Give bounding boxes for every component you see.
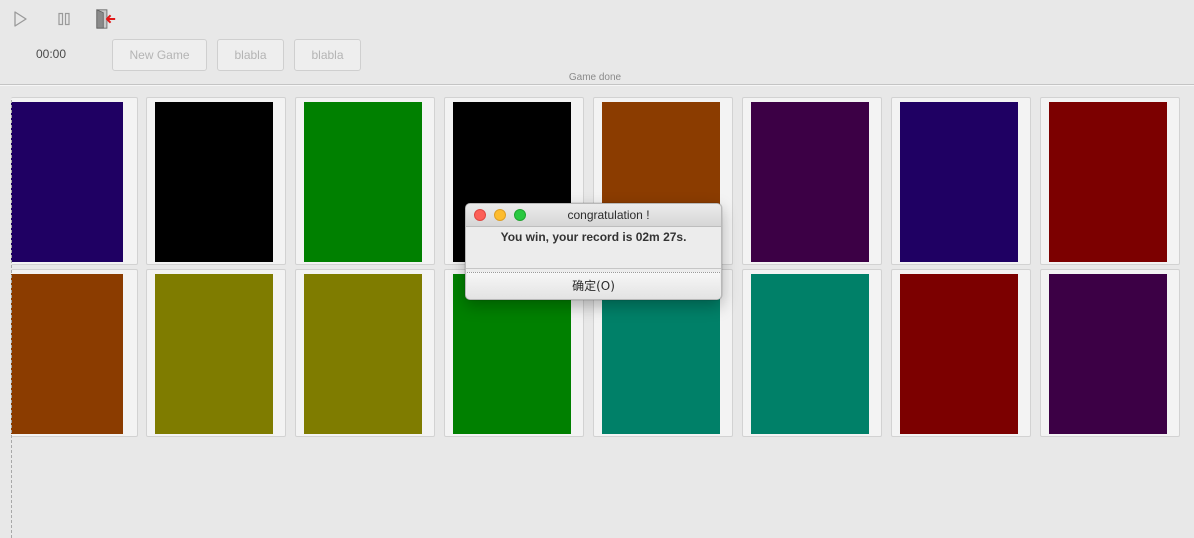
blabla-button-1[interactable]: blabla (217, 39, 284, 71)
close-window-button[interactable] (474, 209, 486, 221)
card-r1-c2[interactable] (146, 97, 286, 265)
card-face (304, 274, 422, 434)
minimize-window-button[interactable] (494, 209, 506, 221)
card-r2-c7[interactable] (891, 269, 1031, 437)
exit-door-icon (96, 9, 116, 29)
card-r1-c6[interactable] (742, 97, 882, 265)
board-edge-guide (11, 100, 12, 538)
ok-button[interactable]: 确定(O) (467, 272, 720, 299)
card-r2-c6[interactable] (742, 269, 882, 437)
dialog-title: congratulation ! (567, 208, 650, 222)
card-face (304, 102, 422, 262)
card-r1-c3[interactable] (295, 97, 435, 265)
card-face (1049, 274, 1167, 434)
card-face (155, 274, 273, 434)
play-icon (14, 11, 27, 27)
timer-display: 00:00 (35, 47, 67, 61)
card-r2-c8[interactable] (1040, 269, 1180, 437)
zoom-window-button[interactable] (514, 209, 526, 221)
game-window: 00:00 New Game blabla blabla Game done c… (0, 0, 1194, 538)
game-status-label: Game done (568, 72, 622, 83)
card-face (1049, 102, 1167, 262)
card-r2-c2[interactable] (146, 269, 286, 437)
card-r1-c7[interactable] (891, 97, 1031, 265)
card-face (11, 274, 123, 434)
card-r1-c8[interactable] (1040, 97, 1180, 265)
blabla-button-2[interactable]: blabla (294, 39, 361, 71)
exit-button[interactable] (95, 8, 117, 30)
dialog-button-area: 确定(O) (466, 268, 721, 299)
card-face (900, 102, 1018, 262)
pause-button[interactable] (53, 8, 75, 30)
new-game-button[interactable]: New Game (112, 39, 207, 71)
play-button[interactable] (9, 8, 31, 30)
dialog-titlebar[interactable]: congratulation ! (466, 204, 721, 227)
card-board (0, 97, 1194, 538)
card-face (900, 274, 1018, 434)
focus-ring (467, 272, 720, 273)
card-r2-c1[interactable] (11, 269, 138, 437)
card-face (155, 102, 273, 262)
card-r2-c3[interactable] (295, 269, 435, 437)
pause-icon (58, 12, 70, 26)
congratulation-dialog: congratulation ! You win, your record is… (465, 203, 722, 300)
card-face (751, 274, 869, 434)
toolbar-separator (0, 84, 1194, 86)
card-r1-c1[interactable] (11, 97, 138, 265)
card-face (751, 102, 869, 262)
dialog-message: You win, your record is 02m 27s. (500, 230, 687, 244)
card-face (11, 102, 123, 262)
